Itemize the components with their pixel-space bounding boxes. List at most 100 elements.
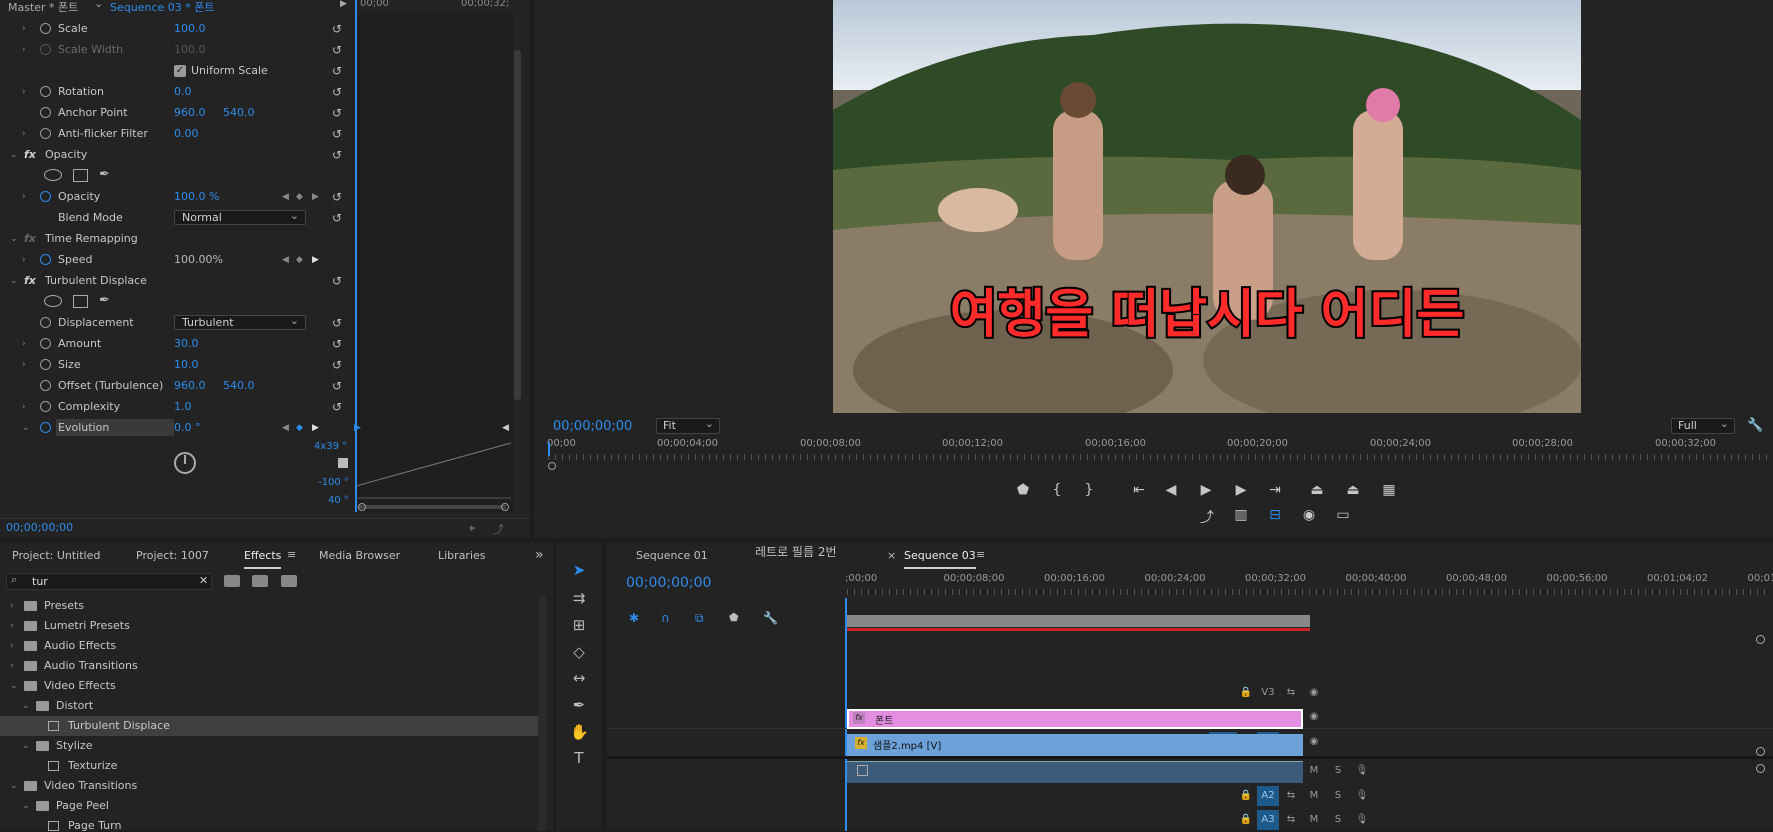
twirl-down-icon[interactable]: ⌄	[22, 696, 30, 716]
reset-icon[interactable]: ↺	[332, 65, 344, 77]
mark-out-icon[interactable]: }	[1080, 482, 1098, 498]
snap-icon[interactable]: ∩	[661, 611, 670, 625]
twirl-down-icon[interactable]: ⌄	[10, 234, 18, 244]
track-select-icon[interactable]: ⇉	[570, 589, 588, 607]
add-marker-icon[interactable]: ⬟	[1014, 482, 1032, 498]
twirl-icon[interactable]: ›	[22, 24, 26, 34]
effects-tree-item[interactable]: Texturize	[0, 756, 540, 776]
effects-scrollbar[interactable]	[538, 596, 546, 831]
twirl-icon[interactable]: ›	[22, 402, 26, 412]
quality-select[interactable]: Full⌄	[1671, 418, 1735, 434]
displacement-select[interactable]: Turbulent	[174, 315, 306, 330]
solo-button[interactable]: S	[1327, 761, 1349, 781]
reset-icon[interactable]: ↺	[332, 380, 344, 392]
accelerated-effects-icon[interactable]	[224, 575, 240, 587]
tab-retro-film[interactable]: 레트로 필름 2번	[755, 539, 837, 565]
effects-tree-item[interactable]: ⌄Video Transitions	[0, 776, 540, 796]
pen-mask-icon[interactable]: ✒	[99, 293, 110, 308]
stopwatch-icon[interactable]	[40, 317, 51, 328]
scale-value[interactable]: 100.0	[174, 22, 206, 35]
solo-button[interactable]: S	[1327, 810, 1349, 830]
reset-icon[interactable]: ↺	[332, 149, 344, 161]
antiflicker-value[interactable]: 0.00	[174, 127, 199, 140]
play-only-icon[interactable]: ▶	[340, 0, 347, 9]
fit-select[interactable]: Fit⌄	[656, 418, 720, 434]
clear-search-icon[interactable]: ✕	[199, 574, 208, 587]
reset-icon[interactable]: ↺	[332, 275, 344, 287]
size-value[interactable]: 10.0	[174, 358, 199, 371]
tab-menu-icon[interactable]: ≡	[287, 548, 296, 561]
timeline-timecode[interactable]: 00;00;00;00	[626, 575, 711, 591]
stopwatch-icon[interactable]	[40, 86, 51, 97]
ec-playhead[interactable]	[355, 0, 357, 512]
offset-y-value[interactable]: 540.0	[223, 379, 255, 392]
effects-tree-item[interactable]: ›Lumetri Presets	[0, 616, 540, 636]
sync-icon[interactable]: ⇆	[1280, 810, 1302, 830]
keyframe-marker-icon[interactable]: ▶	[354, 423, 361, 433]
mark-in-icon[interactable]: {	[1048, 482, 1066, 498]
twirl-down-icon[interactable]: ⌄	[10, 676, 18, 696]
clip-v1[interactable]: fx 샘플2.mp4 [V]	[847, 734, 1303, 756]
safe-margins-icon[interactable]: ▥	[1232, 507, 1250, 523]
go-to-out-icon[interactable]: ⇥	[1266, 482, 1284, 498]
tab-libraries[interactable]: Libraries	[438, 543, 486, 569]
next-keyframe-icon[interactable]: ▶	[312, 255, 319, 265]
tab-sequence-01[interactable]: Sequence 01	[636, 543, 708, 569]
opacity-section-header[interactable]: ⌄ fx Opacity ↺	[0, 144, 345, 165]
twirl-icon[interactable]: ›	[22, 339, 26, 349]
stopwatch-icon[interactable]	[40, 380, 51, 391]
next-keyframe-icon[interactable]: ▶	[312, 423, 319, 433]
type-tool-icon[interactable]: T	[570, 749, 588, 767]
reset-icon[interactable]: ↺	[332, 191, 344, 203]
twirl-icon[interactable]: ›	[22, 45, 26, 55]
stopwatch-icon[interactable]	[40, 359, 51, 370]
play-button-icon[interactable]: ▶	[1197, 482, 1215, 498]
add-keyframe-icon[interactable]: ◆	[296, 255, 303, 265]
effects-tree-item[interactable]: ⌄Video Effects	[0, 676, 540, 696]
razor-tool-icon[interactable]: ◇	[570, 643, 588, 661]
yuv-effects-icon[interactable]	[281, 575, 297, 587]
ec-zoom-handle-right[interactable]	[501, 503, 509, 511]
reset-icon[interactable]: ↺	[332, 212, 344, 224]
compare-view-icon[interactable]: ▦	[1380, 482, 1398, 498]
twirl-icon[interactable]: ›	[10, 596, 14, 616]
twirl-down-icon[interactable]: ⌄	[22, 796, 30, 816]
turbulent-displace-header[interactable]: ⌄ fx Turbulent Displace ↺	[0, 270, 345, 291]
eye-icon[interactable]: ◉	[1303, 707, 1325, 727]
reset-icon[interactable]: ↺	[332, 128, 344, 140]
twirl-icon[interactable]: ›	[22, 129, 26, 139]
tab-media-browser[interactable]: Media Browser	[319, 543, 400, 569]
program-ruler[interactable]: 00;00 00;00;04;00 00;00;08;00 00;00;12;0…	[534, 438, 1773, 468]
pen-mask-icon[interactable]: ✒	[99, 167, 110, 182]
keyframe-marker-icon[interactable]: ◀	[502, 423, 509, 433]
reset-icon[interactable]: ↺	[332, 359, 344, 371]
twirl-icon[interactable]: ›	[10, 636, 14, 656]
chevron-down-icon[interactable]: ⌄	[94, 0, 103, 10]
track-name[interactable]: A3	[1257, 810, 1279, 830]
reset-icon[interactable]: ↺	[332, 317, 344, 329]
timeline-ruler[interactable]: ;00;0000;00;08;0000;00;16;0000;00;24;000…	[845, 573, 1773, 595]
reset-icon[interactable]: ↺	[332, 23, 344, 35]
tab-effects[interactable]: Effects	[244, 543, 281, 569]
anchor-x-value[interactable]: 960.0	[174, 106, 206, 119]
reset-icon[interactable]: ↺	[332, 86, 344, 98]
clip-a1[interactable]	[847, 761, 1303, 783]
trim-icon[interactable]: ⊟	[1266, 507, 1284, 523]
program-playhead[interactable]	[548, 442, 550, 456]
speed-value[interactable]: 100.00%	[174, 253, 223, 266]
effects-tree-item[interactable]: ⌄Distort	[0, 696, 540, 716]
lock-icon[interactable]: 🔒	[1235, 786, 1257, 806]
mic-icon[interactable]: 🎙	[1351, 810, 1373, 830]
reset-icon[interactable]: ↺	[332, 44, 344, 56]
reset-icon[interactable]: ↺	[332, 338, 344, 350]
lift-icon[interactable]: ⏏	[1308, 482, 1326, 498]
sequence-tab[interactable]: Sequence 03 * 폰트	[110, 0, 215, 15]
time-remapping-header[interactable]: ⌄ fx Time Remapping	[0, 228, 345, 249]
export-icon[interactable]: ⤴	[493, 521, 504, 537]
mute-button[interactable]: M	[1303, 761, 1325, 781]
stopwatch-icon[interactable]	[40, 23, 51, 34]
effects-tree-item[interactable]: ⌄Stylize	[0, 736, 540, 756]
fullscreen-icon[interactable]: ▭	[1334, 507, 1352, 523]
mute-button[interactable]: M	[1303, 786, 1325, 806]
twirl-down-icon[interactable]: ⌄	[22, 736, 30, 756]
